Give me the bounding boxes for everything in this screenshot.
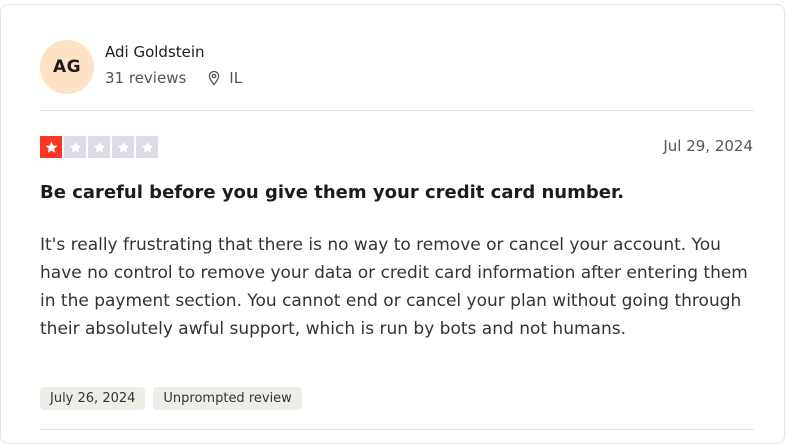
star-icon [117, 141, 129, 153]
star-4 [112, 136, 134, 158]
star-icon [141, 141, 153, 153]
review-date: Jul 29, 2024 [663, 137, 753, 155]
review-card: AG Adi Goldstein 31 reviews IL Jul 29, 2… [0, 4, 785, 444]
divider [40, 110, 754, 111]
location-label: IL [229, 69, 243, 87]
divider [40, 429, 754, 430]
reviewer-name[interactable]: Adi Goldstein [105, 43, 205, 61]
reviews-count: 31 reviews [105, 69, 187, 87]
review-title[interactable]: Be careful before you give them your cre… [40, 182, 624, 203]
star-icon [93, 141, 105, 153]
star-3 [88, 136, 110, 158]
star-5 [136, 136, 158, 158]
review-tags: July 26, 2024 Unprompted review [40, 387, 310, 410]
review-type-tag[interactable]: Unprompted review [153, 387, 302, 410]
star-2 [64, 136, 86, 158]
reviewer-location: IL [206, 69, 242, 87]
star-icon [45, 141, 57, 153]
avatar[interactable]: AG [40, 40, 94, 94]
avatar-initials: AG [52, 57, 82, 77]
reviewer-meta: 31 reviews IL [105, 69, 242, 87]
location-pin-icon [209, 70, 220, 86]
review-body: It's really frustrating that there is no… [40, 235, 748, 339]
experience-date-tag: July 26, 2024 [40, 387, 146, 410]
star-1 [40, 136, 62, 158]
star-rating [40, 136, 160, 158]
star-icon [69, 141, 81, 153]
